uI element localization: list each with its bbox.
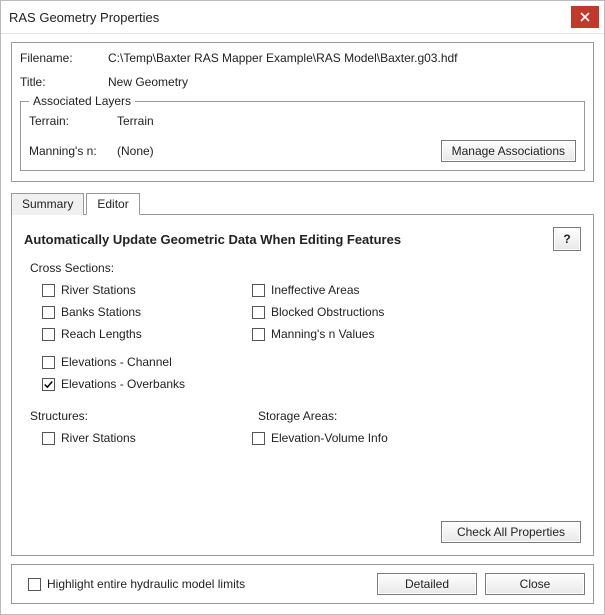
title-value: New Geometry	[108, 75, 585, 89]
cross-sections-grid: River Stations Banks Stations Reach Length…	[24, 279, 581, 345]
close-icon[interactable]	[571, 6, 599, 28]
highlight-limits-label: Highlight entire hydraulic model limits	[47, 577, 245, 591]
filename-value: C:\Temp\Baxter RAS Mapper Example\RAS Mo…	[108, 51, 585, 65]
check-all-properties-button[interactable]: Check All Properties	[441, 521, 581, 543]
highlight-limits-checkbox[interactable]: Highlight entire hydraulic model limits	[20, 573, 257, 595]
client-area: Filename: C:\Temp\Baxter RAS Mapper Exam…	[1, 34, 604, 614]
structures-label: Structures:	[24, 409, 258, 423]
storage-elevation_volume_info[interactable]: Elevation-Volume Info	[252, 427, 581, 449]
cs-elevations_channel-label: Elevations - Channel	[61, 355, 172, 369]
storage-elevation_volume_info-label: Elevation-Volume Info	[271, 431, 388, 445]
titlebar: RAS Geometry Properties	[1, 1, 604, 34]
cs-elevations_channel[interactable]: Elevations - Channel	[42, 351, 252, 373]
checkbox-icon[interactable]	[252, 306, 265, 319]
cs-reach_lengths-label: Reach Lengths	[61, 327, 142, 341]
cs-elevations_overbanks[interactable]: Elevations - Overbanks	[42, 373, 252, 395]
cs-mannings_n_values[interactable]: Manning's n Values	[252, 323, 581, 345]
checkbox-icon[interactable]	[252, 284, 265, 297]
footer-bar: Highlight entire hydraulic model limits …	[11, 564, 594, 604]
cs-elevations_overbanks-label: Elevations - Overbanks	[61, 377, 185, 391]
checkbox-icon[interactable]	[42, 432, 55, 445]
help-button[interactable]: ?	[553, 227, 581, 251]
checkbox-icon[interactable]	[42, 328, 55, 341]
editor-heading: Automatically Update Geometric Data When…	[24, 232, 401, 247]
checkbox-icon[interactable]	[42, 306, 55, 319]
cs-ineffective_areas-label: Ineffective Areas	[271, 283, 360, 297]
terrain-label: Terrain:	[29, 114, 117, 128]
checkbox-icon[interactable]	[28, 578, 41, 591]
cross-sections-extra: Elevations - Channel Elevations - Overban…	[24, 351, 581, 395]
cross-sections-label: Cross Sections:	[24, 261, 581, 275]
terrain-value: Terrain	[117, 114, 576, 128]
detailed-button[interactable]: Detailed	[377, 573, 477, 595]
mannings-label: Manning's n:	[29, 144, 117, 158]
associated-layers-legend: Associated Layers	[29, 94, 135, 108]
cs-ineffective_areas[interactable]: Ineffective Areas	[252, 279, 581, 301]
cs-river_stations-label: River Stations	[61, 283, 136, 297]
cs-banks_stations-label: Banks Stations	[61, 305, 141, 319]
manage-associations-button[interactable]: Manage Associations	[441, 140, 576, 162]
checkbox-icon[interactable]	[42, 356, 55, 369]
cs-river_stations[interactable]: River Stations	[42, 279, 252, 301]
struct-struct_river_stations-label: River Stations	[61, 431, 136, 445]
storage-areas-label: Storage Areas:	[258, 409, 337, 423]
cs-blocked_obstructions-label: Blocked Obstructions	[271, 305, 384, 319]
checkbox-icon[interactable]	[252, 432, 265, 445]
window: RAS Geometry Properties Filename: C:\Tem…	[0, 0, 605, 615]
info-panel: Filename: C:\Temp\Baxter RAS Mapper Exam…	[11, 42, 594, 182]
close-button[interactable]: Close	[485, 573, 585, 595]
checkbox-icon[interactable]	[42, 378, 55, 391]
tabstrip: Summary Editor	[11, 192, 594, 214]
associated-layers-group: Associated Layers Terrain: Terrain Manni…	[20, 101, 585, 171]
lower-headers: Structures: Storage Areas:	[24, 409, 581, 423]
cs-banks_stations[interactable]: Banks Stations	[42, 301, 252, 323]
struct-struct_river_stations[interactable]: River Stations	[42, 427, 252, 449]
cs-reach_lengths[interactable]: Reach Lengths	[42, 323, 252, 345]
checkbox-icon[interactable]	[252, 328, 265, 341]
tab-summary[interactable]: Summary	[11, 193, 84, 215]
cs-blocked_obstructions[interactable]: Blocked Obstructions	[252, 301, 581, 323]
window-title: RAS Geometry Properties	[9, 10, 571, 25]
checkbox-icon[interactable]	[42, 284, 55, 297]
title-label: Title:	[20, 75, 108, 89]
mannings-value: (None)	[117, 144, 441, 158]
filename-label: Filename:	[20, 51, 108, 65]
tab-editor[interactable]: Editor	[86, 193, 139, 215]
cs-mannings_n_values-label: Manning's n Values	[271, 327, 374, 341]
lower-grid: River Stations Elevation-Volume Info	[24, 427, 581, 449]
tab-content-editor: Automatically Update Geometric Data When…	[11, 214, 594, 556]
